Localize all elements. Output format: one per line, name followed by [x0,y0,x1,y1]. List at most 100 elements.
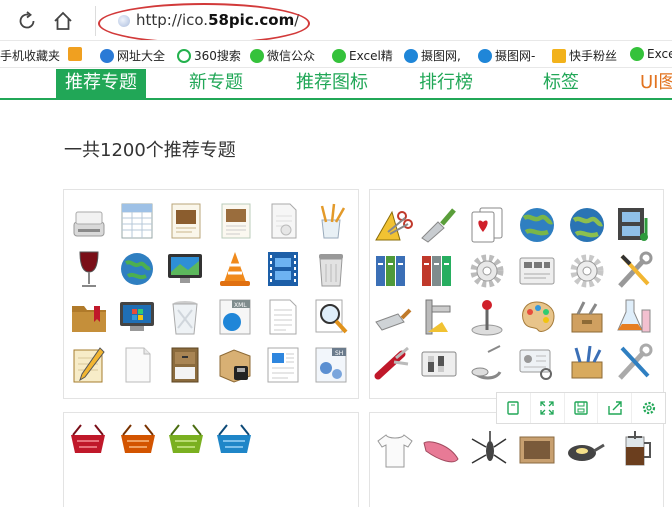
tab-recommended-icons[interactable]: 推荐图标 [296,69,368,98]
toolbox-icon [566,296,608,338]
copy-button[interactable] [497,393,531,423]
film-music-icon [614,204,656,246]
bookmark-item[interactable]: 手机收藏夹 [0,47,60,64]
bookmark-label: Exce [647,47,672,61]
photo-icon [478,48,492,63]
bookmark-label: 快手粉丝 [569,49,618,63]
text-document-icon [262,296,304,338]
reload-button[interactable] [14,8,40,34]
shopping-basket-icon [114,421,162,463]
photo-frame-icon [516,429,558,471]
blank-document-icon [262,200,304,242]
svg-text:XML: XML [234,302,247,309]
ruler-scissors-icon [372,204,414,246]
package-disk-icon [214,344,256,386]
recycle-bin-icon [164,296,206,338]
bookmark-item[interactable]: Exce [630,47,672,61]
document-photo-icon [214,200,256,242]
bookmark-label: 摄图网- [495,49,536,63]
bookmarks-bar: 手机收藏夹 网址大全 360搜索 微信公众 Excel精 摄图网, 摄图网- 快… [0,40,672,68]
page-title: 一共1200个推荐专题 [64,140,236,161]
bookmark-item[interactable]: Excel精 [332,47,393,64]
bookmark-item[interactable]: 网址大全 [100,47,165,64]
caliper-icon [418,296,460,338]
sausage-icon [420,429,462,471]
bookmark-item[interactable] [68,47,85,61]
topic-card[interactable] [369,189,664,399]
magnifier-document-icon [310,296,352,338]
copy-icon [507,401,520,415]
topic-card[interactable] [369,412,664,507]
wine-glass-icon [68,248,110,290]
shopping-basket-icon [210,421,258,463]
save-icon [574,401,588,415]
settings-icon [642,401,655,415]
share-button[interactable] [598,393,633,423]
svg-text:SH: SH [335,350,343,357]
id-card-icon [516,342,558,384]
computer-windows-icon [116,296,158,338]
bookmark-item[interactable]: 微信公众 [250,47,315,64]
tab-ui[interactable]: UI图 [640,69,672,98]
globe-icon [516,204,558,246]
scanner-icon [68,202,110,244]
lab-flask-icon [614,296,656,338]
home-button[interactable] [50,8,76,34]
bookmark-item[interactable]: 摄图网- [478,47,535,64]
bookmark-item[interactable]: 快手粉丝 [552,47,617,64]
filing-cabinet-icon [164,344,206,386]
bookmark-label: 摄图网, [421,49,461,63]
photo-icon [404,48,418,63]
home-icon [54,11,72,30]
tab-tags[interactable]: 标签 [543,69,579,98]
spreadsheet-icon [116,200,158,242]
reload-icon [19,11,35,29]
topic-card[interactable]: XML SH [63,189,359,399]
bookmark-label: 手机收藏夹 [0,49,61,63]
wechat-icon [250,48,264,63]
expand-icon [540,401,554,415]
monitor-cable-icon [466,342,508,384]
save-button[interactable] [565,393,599,423]
wechat-icon [630,47,644,61]
document-photo-icon [164,200,206,242]
film-strip-icon [262,248,304,290]
settings-button[interactable] [632,393,665,423]
joystick-icon [466,296,508,338]
bookmark-label: Excel精 [349,49,393,63]
swiss-knife-icon [372,342,414,384]
shopping-basket-icon [162,421,210,463]
frying-pan-icon [564,429,606,471]
playing-cards-icon [466,204,508,246]
bookmark-label: 网址大全 [117,49,166,63]
vlc-cone-icon [214,248,256,290]
globe-icon [116,248,158,290]
bookmark-label: 360搜索 [194,49,241,63]
topic-card[interactable] [63,412,359,507]
browser-address-bar: http://ico.58pic.com/ [0,0,672,44]
wrench-screwdriver-icon [614,250,656,292]
search-icon [177,48,191,63]
bookmark-item[interactable]: 360搜索 [177,47,241,64]
wrench-screwdriver-icon [614,342,656,384]
tab-recommended-topics[interactable]: 推荐专题 [56,69,146,98]
blank-page-icon [116,344,158,386]
paint-palette-icon [516,296,558,338]
monitor-icon [164,248,206,290]
trowel-icon [372,296,414,338]
shell-script-icon: SH [310,344,352,386]
tab-new-topics[interactable]: 新专题 [189,69,243,98]
toolbox-icon [566,342,608,384]
tab-ranking[interactable]: 排行榜 [419,69,473,98]
screenshot-root: http://ico.58pic.com/ 手机收藏夹 网址大全 360搜索 微… [0,0,672,507]
bookmark-item[interactable]: 摄图网, [404,47,461,64]
notepad-pencil-icon [68,344,110,386]
bookmark-label: 微信公众 [267,49,316,63]
xml-globe-icon: XML [214,296,256,338]
site-nav: 推荐专题 新专题 推荐图标 排行榜 标签 UI图 [0,69,672,100]
expand-button[interactable] [531,393,565,423]
nav-site-icon [100,48,114,63]
folder-icon [68,296,110,338]
wechat-icon [332,48,346,63]
shopping-basket-icon [64,421,112,463]
